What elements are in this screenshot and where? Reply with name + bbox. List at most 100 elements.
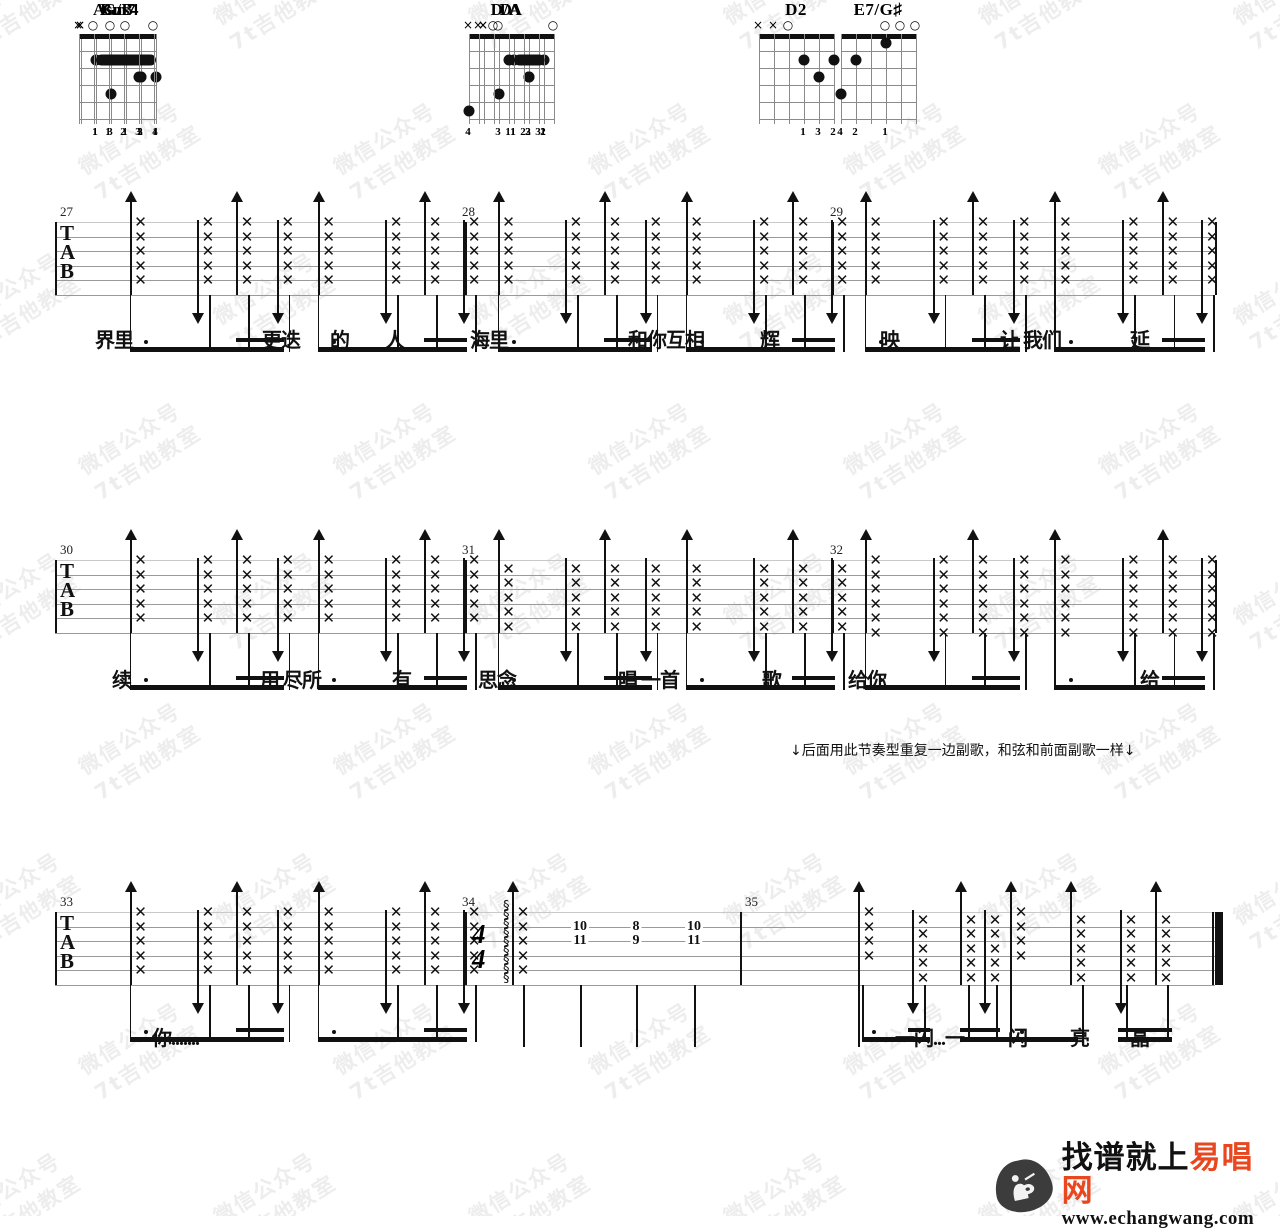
muted-strum-notes: ✕ ✕ ✕ ✕ ✕ [836, 561, 849, 635]
muted-strum-notes: ✕ ✕ ✕ ✕ ✕ [134, 553, 147, 626]
downstroke-arrow [458, 558, 471, 661]
downstroke-arrow [748, 558, 761, 661]
finger-dot [798, 54, 809, 65]
downstroke-arrow [191, 910, 204, 1013]
note-stem [984, 632, 986, 690]
upstroke-arrow [124, 529, 137, 633]
open-mute-markers: × × ○ [748, 18, 844, 34]
mute-notehead: ✕ [516, 961, 530, 979]
tablature-sheet: G/B × ○ ○ 1 3 4 D × × ○ 1 3 2 T A B 27 28 29 ✕ ✕ ✕ ✕ ✕ ✕ ✕ ✕ ✕ ✕ ✕ ✕ ✕ ✕ ✕… [0, 0, 1280, 1216]
upstroke-arrow [787, 529, 800, 633]
note-stem [475, 984, 477, 1042]
fingering-number: 3 [535, 126, 541, 138]
beam [1161, 684, 1205, 690]
note-stem [996, 984, 998, 1042]
staff-line [55, 589, 1215, 590]
note-stem [968, 984, 970, 1042]
fret-line [78, 85, 154, 86]
tab-staff [55, 560, 1215, 635]
muted-strum-notes: ✕ ✕ ✕ ✕ ✕ ✕ [1127, 553, 1140, 640]
mute-notehead: ✕ [1014, 946, 1028, 965]
staff-line [55, 955, 1215, 957]
staff-line [55, 984, 1215, 986]
dotted-rhythm-dot [1068, 677, 1073, 682]
note-stem [862, 984, 864, 1042]
note-stem [436, 632, 438, 690]
muted-strum-notes: ✕ ✕ ✕ ✕ ✕ ✕ [977, 553, 990, 640]
mute-notehead: ✕ [862, 946, 876, 965]
chord-diagram-A: A × ○ ○ 1 2 3 [468, 0, 564, 140]
lyric-syllable: 闪 [1008, 1028, 1028, 1050]
downstroke-arrow [559, 558, 572, 661]
mute-notehead: ✕ [502, 617, 515, 636]
finger-dot [103, 54, 114, 65]
downstroke-arrow [907, 910, 919, 1013]
mute-marker-icon: × [752, 18, 764, 32]
open-string-marker-icon: ○ [782, 18, 794, 32]
mute-notehead: ✕ [964, 968, 978, 987]
staff-line [55, 603, 1215, 605]
lyric-syllable: 海里 [470, 330, 509, 352]
mute-notehead: ✕ [1124, 968, 1138, 987]
muted-strum-notes: ✕ ✕ ✕ ✕ ✕ [282, 553, 295, 626]
muted-strum-notes: ✕ ✕ ✕ ✕ ✕ [609, 561, 622, 635]
beam [424, 1036, 467, 1042]
staff-line [55, 632, 1215, 634]
beam [129, 684, 237, 690]
secondary-beam [236, 1027, 284, 1032]
muted-strum-notes: ✕ ✕ ✕ ✕ ✕ ✕ [1059, 553, 1072, 640]
finger-dot [813, 71, 824, 82]
mute-notehead: ✕ [428, 609, 442, 627]
mute-notehead: ✕ [649, 617, 663, 636]
string-line [788, 34, 790, 124]
note-stem [397, 984, 399, 1042]
chord-name: Asus4 [93, 0, 139, 19]
tab-clef-letter: B [60, 949, 74, 973]
beam [1161, 346, 1205, 352]
fret-line [758, 68, 834, 69]
note-stem [288, 984, 291, 1042]
string-line [493, 34, 495, 124]
fingering-number: 1 [105, 126, 111, 138]
barline [465, 912, 467, 985]
fingering-number: 3 [135, 126, 141, 138]
staff-line [55, 574, 1215, 576]
chord-name: D2 [785, 0, 807, 19]
fret-line [78, 51, 154, 52]
upstroke-arrow [853, 881, 865, 985]
beam [129, 346, 237, 352]
tab-fret-number: 11 [571, 933, 589, 949]
open-string-marker-icon: ○ [87, 18, 99, 32]
note-stem [248, 984, 250, 1042]
downstroke-arrow [826, 558, 839, 661]
fingering-number: 2 [830, 126, 836, 138]
note-stem [129, 984, 132, 1042]
finger-dot [533, 54, 544, 65]
system: Asus4 × ○ ○ 1 2 3 A × ○ ○ 1 2 3 D2 × × ○ 1 3 2 T A B 33 34 35 ✕ ✕ ✕ ✕ ✕… [0, 0, 1280, 1049]
note-stem [944, 632, 947, 690]
barline [55, 912, 57, 985]
chord-diagram-Asus4: Asus4 × ○ ○ 1 2 3 [68, 0, 164, 140]
downstroke-arrow [1117, 558, 1130, 661]
measure-number: 30 [60, 542, 73, 557]
muted-strum-notes: ✕ ✕ ✕ ✕ ✕ [202, 905, 215, 978]
open-string-marker-icon: ○ [547, 18, 559, 32]
upstroke-arrow [492, 529, 505, 633]
mute-notehead: ✕ [1166, 623, 1180, 642]
fingering-row: 132 [748, 126, 844, 140]
lyric-syllable: 映 [880, 330, 900, 352]
downstroke-arrow [380, 558, 393, 661]
beam [424, 346, 467, 352]
secondary-beam [792, 337, 835, 342]
mute-notehead: ✕ [281, 609, 295, 627]
string-line [523, 34, 525, 124]
muted-strum-notes: ✕ ✕ ✕ ✕ ✕ [322, 553, 335, 626]
barline [740, 912, 742, 985]
upstroke-arrow [124, 881, 137, 985]
fret-line [758, 51, 834, 52]
nut [78, 34, 154, 39]
mute-notehead: ✕ [916, 968, 930, 987]
barline [465, 560, 467, 633]
dotted-rhythm-dot [511, 339, 516, 344]
muted-strum-notes: ✕ ✕ ✕ ✕ ✕ [570, 561, 583, 635]
